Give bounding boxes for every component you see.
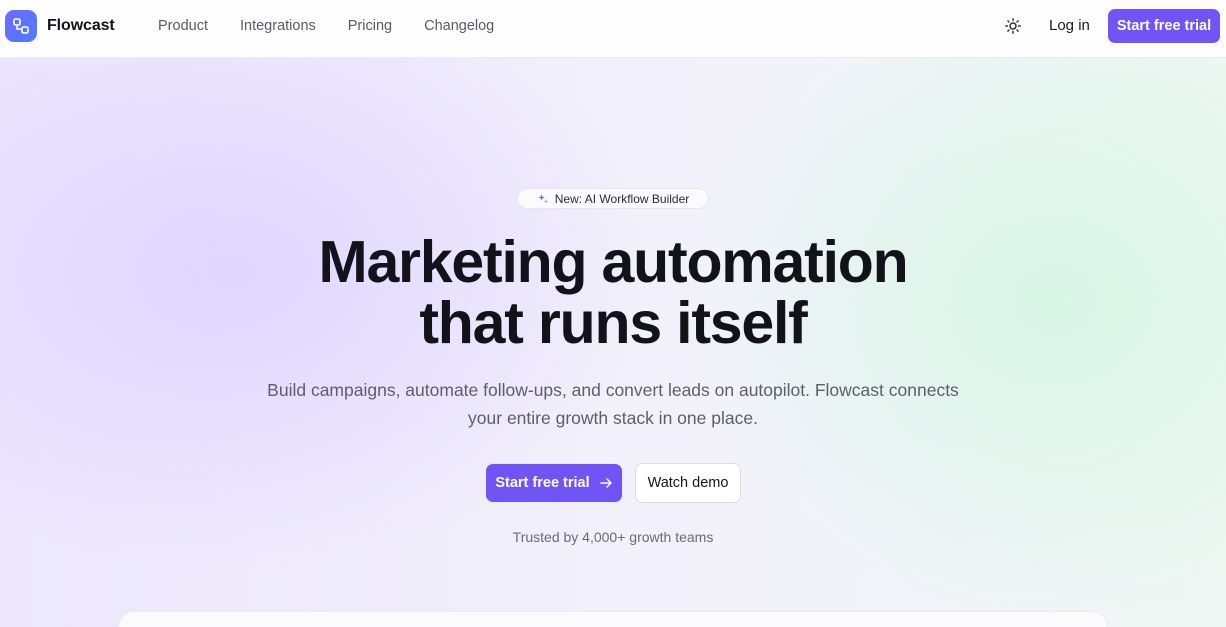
brand-name[interactable]: Flowcast bbox=[47, 17, 115, 35]
hero-headline: Marketing automation that runs itself bbox=[0, 232, 1226, 354]
nav-link-changelog[interactable]: Changelog bbox=[424, 18, 494, 34]
nav-link-pricing[interactable]: Pricing bbox=[348, 18, 392, 34]
announcement-badge[interactable]: New: AI Workflow Builder bbox=[517, 188, 709, 209]
start-free-trial-button[interactable]: Start free trial bbox=[486, 464, 622, 502]
nav-start-trial-button[interactable]: Start free trial bbox=[1108, 9, 1220, 43]
watch-demo-button[interactable]: Watch demo bbox=[635, 463, 741, 503]
workflow-icon bbox=[13, 18, 29, 34]
product-preview-card bbox=[118, 611, 1108, 627]
top-nav: Flowcast Product Integrations Pricing Ch… bbox=[0, 0, 1226, 58]
theme-toggle-button[interactable] bbox=[1003, 16, 1023, 36]
cta-primary-label: Start free trial bbox=[495, 475, 590, 491]
sun-icon bbox=[1005, 18, 1021, 34]
hero-subtext: Build campaigns, automate follow-ups, an… bbox=[267, 380, 959, 428]
badge-text: New: AI Workflow Builder bbox=[554, 191, 690, 206]
nav-link-product[interactable]: Product bbox=[158, 18, 208, 34]
sparkles-icon bbox=[537, 193, 548, 203]
logo[interactable] bbox=[5, 10, 37, 42]
arrow-right-icon bbox=[599, 478, 612, 488]
nav-link-integrations[interactable]: Integrations bbox=[240, 18, 316, 34]
trusted-by-text: Trusted by 4,000+ growth teams bbox=[512, 529, 714, 545]
login-link[interactable]: Log in bbox=[1049, 17, 1090, 34]
headline-line-1: Marketing automation bbox=[318, 229, 909, 295]
nav-links: Product Integrations Pricing Changelog bbox=[158, 18, 526, 34]
headline-line-2: that runs itself bbox=[419, 290, 807, 356]
